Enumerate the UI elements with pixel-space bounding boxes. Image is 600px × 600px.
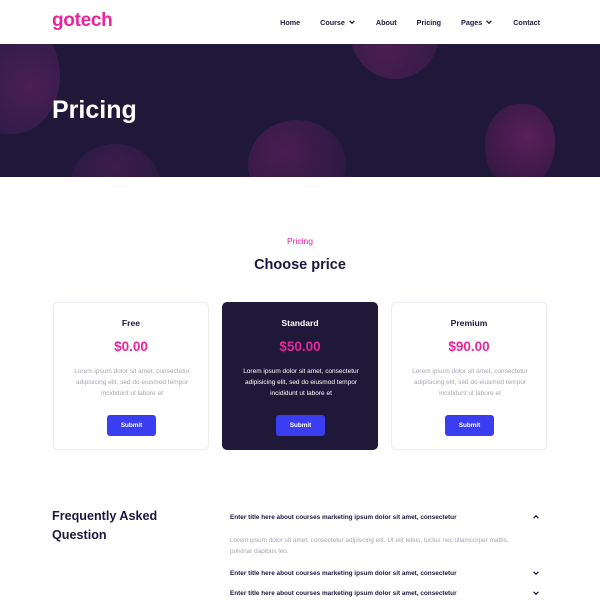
chevron-down-icon [486,20,493,25]
plan-price: $90.00 [448,339,490,354]
decorative-blob [350,44,440,79]
plan-name: Standard [281,318,319,328]
pricing-card-free: Free $0.00 Lorem ipsum dolor sit amet, c… [53,302,209,450]
site-header: gotech Home Course About Pricing Pages C… [0,0,600,44]
logo[interactable]: gotech [52,10,113,32]
plan-price: $50.00 [279,339,321,354]
faq-question: Enter title here about courses marketing… [230,589,457,597]
faq-answer: Lorem ipsum dolor sit amet, consectetur … [230,537,509,555]
nav-item-contact[interactable]: Contact [513,18,540,27]
nav-item-about[interactable]: About [376,18,397,27]
pricing-card-standard: Standard $50.00 Lorem ipsum dolor sit am… [222,302,378,450]
plan-name: Premium [450,318,488,328]
nav-item-label: Course [320,17,345,27]
nav-item-label: Pages [461,17,483,27]
faq-question-toggle[interactable]: Enter title here about courses marketing… [230,589,542,597]
pricing-card-premium: Premium $90.00 Lorem ipsum dolor sit ame… [391,302,547,450]
section-title: Choose price [254,257,346,273]
faq-question: Enter title here about courses marketing… [230,569,457,577]
plan-description: Lorem ipsum dolor sit amet, consectetur … [412,368,528,397]
faq-title: Frequently Asked Question [52,509,158,542]
faq-item: Enter title here about courses marketing… [230,513,542,557]
page-title: Pricing [52,96,137,124]
nav-item-label: Home [280,17,301,27]
decorative-blob [248,120,346,177]
decorative-blob [485,104,555,177]
decorative-blob [70,144,160,177]
faq-question: Enter title here about courses marketing… [230,513,457,521]
chevron-down-icon [533,571,539,576]
nav-item-home[interactable]: Home [280,18,300,27]
nav-item-pages[interactable]: Pages [461,18,493,27]
decorative-blob [0,44,60,134]
plan-name: Free [121,318,141,328]
nav-item-course[interactable]: Course [320,18,356,27]
faq-question-toggle[interactable]: Enter title here about courses marketing… [230,569,542,577]
submit-button[interactable]: Submit [107,415,156,436]
main-nav: Home Course About Pricing Pages Contact [280,0,540,44]
submit-button[interactable]: Submit [276,415,325,436]
nav-item-pricing[interactable]: Pricing [417,18,441,27]
faq-item: Enter title here about courses marketing… [230,569,542,577]
page-banner: Pricing [0,44,600,177]
nav-item-label: Contact [513,17,540,27]
nav-item-label: Pricing [416,17,442,27]
submit-button[interactable]: Submit [445,415,494,436]
nav-item-label: About [375,17,397,27]
section-eyebrow: Pricing [287,236,313,246]
plan-description: Lorem ipsum dolor sit amet, consectetur … [243,368,359,397]
plan-price: $0.00 [114,339,148,354]
chevron-down-icon [349,20,355,25]
plan-description: Lorem ipsum dolor sit amet, consectetur … [74,368,190,397]
faq-item: Enter title here about courses marketing… [230,589,542,597]
chevron-down-icon [533,591,539,596]
faq-question-toggle[interactable]: Enter title here about courses marketing… [230,513,542,521]
chevron-up-icon [533,514,539,519]
